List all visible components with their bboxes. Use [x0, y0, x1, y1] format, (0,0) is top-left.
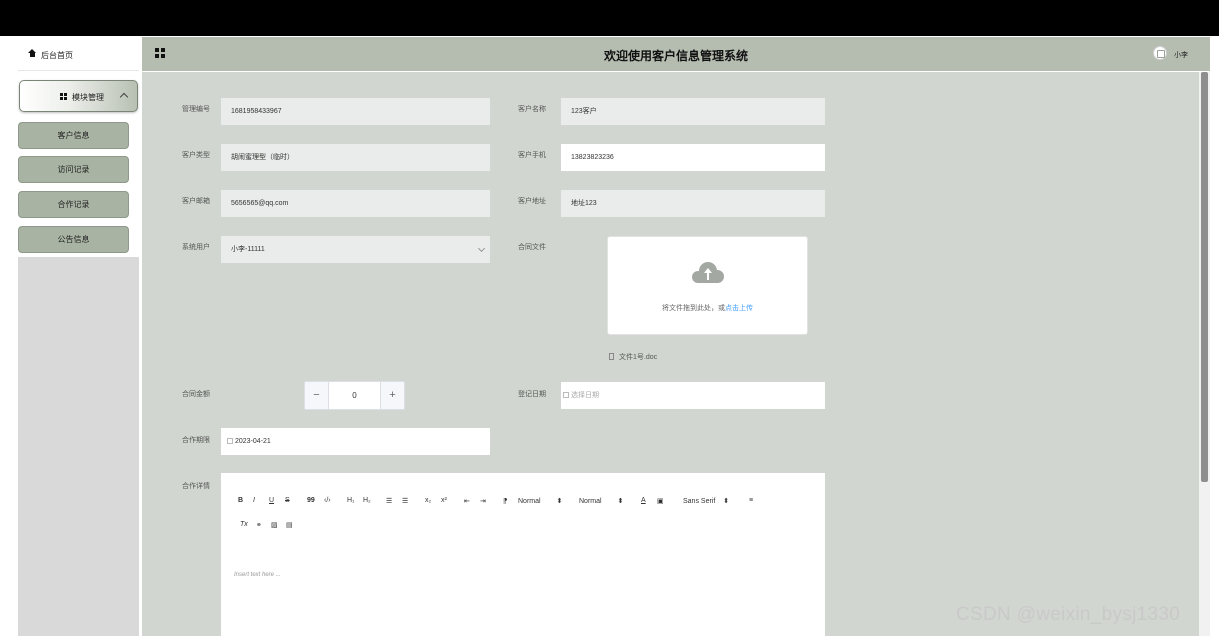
superscript-button[interactable]: x² [441, 497, 447, 504]
register-date-picker[interactable]: 选择日期 [561, 382, 825, 409]
indent-button[interactable]: ⇥ [480, 497, 486, 505]
customer-email-label: 客户邮箱 [182, 198, 210, 205]
sidebar-item-customer-info[interactable]: 客户信息 [18, 122, 129, 149]
text-color-button[interactable]: A [641, 497, 646, 504]
header-title: 欢迎使用客户信息管理系统 [603, 49, 748, 63]
manage-no-label: 管理编号 [182, 106, 210, 113]
system-user-select[interactable]: 小李-11111 [221, 236, 490, 263]
blockquote-button[interactable]: 99 [307, 497, 315, 504]
subscript-button[interactable]: x₂ [425, 497, 431, 504]
cloud-upload-icon [692, 262, 724, 286]
customer-name-field[interactable]: 123客户 [561, 98, 825, 125]
direction-button[interactable]: ⁋ [503, 497, 507, 505]
link-button[interactable]: ⚭ [256, 521, 262, 529]
chevron-down-icon [477, 244, 486, 253]
video-button[interactable]: ▤ [286, 521, 293, 529]
sidebar-item-cooperation-records[interactable]: 合作记录 [18, 191, 129, 218]
customer-type-label: 客户类型 [182, 152, 210, 159]
register-date-label: 登记日期 [518, 391, 546, 398]
contract-amount-stepper: − 0 + [304, 381, 405, 410]
home-icon [28, 49, 36, 58]
sidebar-menu: 模块管理 客户信息 访问记录 合作记录 公告信息 [18, 72, 139, 257]
customer-address-label: 客户地址 [518, 198, 546, 205]
cooperation-period-value: 2023-04-21 [235, 438, 271, 445]
editor-placeholder: Insert text here ... [234, 572, 281, 578]
customer-phone-input[interactable]: 13823823236 [561, 144, 825, 171]
document-icon [609, 353, 614, 360]
strike-button[interactable]: S [285, 497, 290, 504]
sidebar: 模块管理 客户信息 访问记录 合作记录 公告信息 [18, 72, 139, 636]
watermark: CSDN @weixin_bysj1330 [956, 604, 1181, 625]
module-management-toggle[interactable]: 模块管理 [19, 80, 138, 112]
customer-phone-label: 客户手机 [518, 152, 546, 159]
uploaded-file[interactable]: 文件1号.doc [609, 352, 657, 362]
app-header: 欢迎使用客户信息管理系统 小李 [142, 37, 1210, 71]
chevron-up-icon [119, 92, 129, 102]
bullet-list-button[interactable]: ☰ [402, 497, 408, 505]
module-label: 模块管理 [72, 93, 104, 102]
header-2-button[interactable]: H₂ [363, 497, 371, 504]
customer-email-field[interactable]: 5656565@qq.com [221, 190, 490, 217]
register-date-placeholder: 选择日期 [571, 392, 599, 399]
user-name[interactable]: 小李 [1174, 50, 1188, 60]
editor-toolbar: B I U S 99 ‹/› H₁ H₂ ☰ ☰ x₂ x² ⇤ ⇥ ⁋ Nor… [238, 495, 808, 535]
upload-link[interactable]: 点击上传 [725, 305, 753, 312]
avatar[interactable] [1153, 46, 1167, 60]
code-block-button[interactable]: ‹/› [324, 497, 331, 504]
ordered-list-button[interactable]: ☰ [386, 497, 392, 505]
cooperation-detail-label: 合作详情 [182, 483, 210, 490]
sidebar-home-link[interactable]: 后台首页 [18, 37, 139, 71]
size-select[interactable]: Normal ⬍ [518, 497, 562, 505]
background-color-button[interactable]: ▣ [657, 497, 664, 505]
bold-button[interactable]: B [238, 497, 243, 504]
browser-top-bar [0, 0, 1219, 36]
sidebar-item-announcements[interactable]: 公告信息 [18, 226, 129, 253]
rich-text-editor[interactable]: B I U S 99 ‹/› H₁ H₂ ☰ ☰ x₂ x² ⇤ ⇥ ⁋ Nor… [221, 473, 825, 636]
image-button[interactable]: ▨ [271, 521, 278, 529]
header-select[interactable]: Normal ⬍ [579, 497, 623, 505]
clean-format-button[interactable]: Tx [240, 521, 248, 528]
contract-file-label: 合同文件 [518, 244, 546, 251]
align-button[interactable]: ≡ [749, 497, 753, 504]
italic-button[interactable]: I [253, 497, 255, 504]
underline-button[interactable]: U [269, 497, 274, 504]
customer-address-field[interactable]: 地址123 [561, 190, 825, 217]
grid-icon [60, 93, 68, 101]
file-upload-dropzone[interactable]: 将文件拖到此处，或点击上传 [607, 236, 808, 335]
cooperation-period-picker[interactable]: 2023-04-21 [221, 428, 490, 455]
decrement-button[interactable]: − [305, 382, 329, 409]
home-label: 后台首页 [41, 51, 73, 60]
upload-hint: 将文件拖到此处，或点击上传 [662, 305, 753, 312]
font-select[interactable]: Sans Serif ⬍ [683, 497, 729, 505]
calendar-icon [227, 438, 233, 444]
scrollbar[interactable] [1199, 72, 1210, 636]
outdent-button[interactable]: ⇤ [464, 497, 470, 505]
contract-amount-input[interactable]: 0 [329, 382, 380, 409]
uploaded-file-name[interactable]: 文件1号.doc [619, 354, 657, 361]
manage-no-field[interactable]: 1681958433967 [221, 98, 490, 125]
increment-button[interactable]: + [380, 382, 404, 409]
header-1-button[interactable]: H₁ [347, 497, 354, 504]
sidebar-item-visit-records[interactable]: 访问记录 [18, 156, 129, 183]
calendar-icon [563, 392, 569, 398]
customer-name-label: 客户名称 [518, 106, 546, 113]
scrollbar-thumb[interactable] [1201, 72, 1208, 482]
system-user-label: 系统用户 [182, 244, 210, 251]
contract-amount-label: 合同金额 [182, 391, 210, 398]
system-user-value: 小李-11111 [231, 246, 265, 253]
customer-type-field[interactable]: 胡闹蜜理型（临时） [221, 144, 490, 171]
cooperation-period-label: 合作期限 [182, 437, 210, 444]
